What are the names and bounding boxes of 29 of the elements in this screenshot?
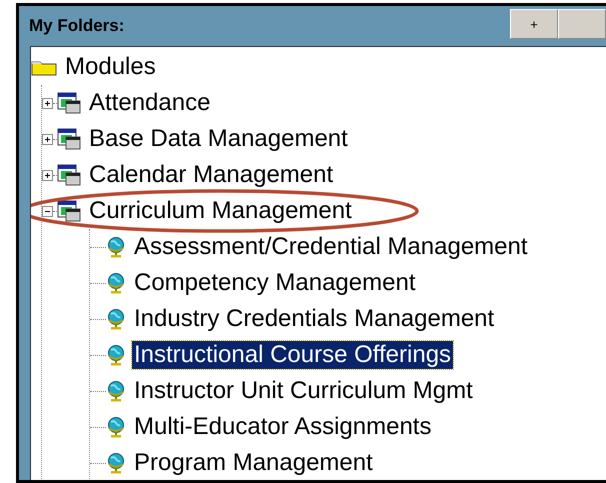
tree-item[interactable]: Instructor Unit Curriculum Mgmt bbox=[132, 377, 475, 405]
window-icon bbox=[57, 92, 81, 114]
window-icon bbox=[57, 200, 81, 222]
globe-icon bbox=[106, 344, 126, 366]
globe-icon bbox=[106, 308, 126, 330]
globe-icon bbox=[106, 452, 126, 474]
tree-item[interactable]: Multi-Educator Assignments bbox=[132, 413, 434, 441]
window-icon bbox=[57, 164, 81, 186]
tree-item[interactable]: Assessment/Credential Management bbox=[132, 233, 530, 261]
tree-item[interactable]: Calendar Management bbox=[87, 161, 336, 189]
toolbar-button[interactable] bbox=[558, 9, 606, 39]
tree-item[interactable]: Program Management bbox=[132, 449, 375, 477]
tree-item[interactable]: Industry Credentials Management bbox=[132, 305, 496, 333]
tree-item[interactable]: Base Data Management bbox=[87, 125, 350, 153]
globe-icon bbox=[106, 416, 126, 438]
tree-item[interactable]: Attendance bbox=[87, 89, 212, 117]
tree-item[interactable]: Modules bbox=[63, 53, 158, 81]
panel-title: My Folders: bbox=[29, 16, 126, 36]
globe-icon bbox=[106, 380, 126, 402]
collapse-icon[interactable] bbox=[42, 206, 53, 216]
expand-icon[interactable] bbox=[42, 170, 53, 180]
expand-icon[interactable] bbox=[42, 134, 53, 144]
tree-item[interactable]: Instructional Course Offerings bbox=[132, 341, 454, 369]
window-icon bbox=[57, 128, 81, 150]
tree-item[interactable]: Competency Management bbox=[132, 269, 418, 297]
expand-icon[interactable] bbox=[42, 98, 53, 108]
globe-icon bbox=[106, 236, 126, 258]
globe-icon bbox=[106, 272, 126, 294]
add-button[interactable]: + bbox=[510, 9, 558, 39]
